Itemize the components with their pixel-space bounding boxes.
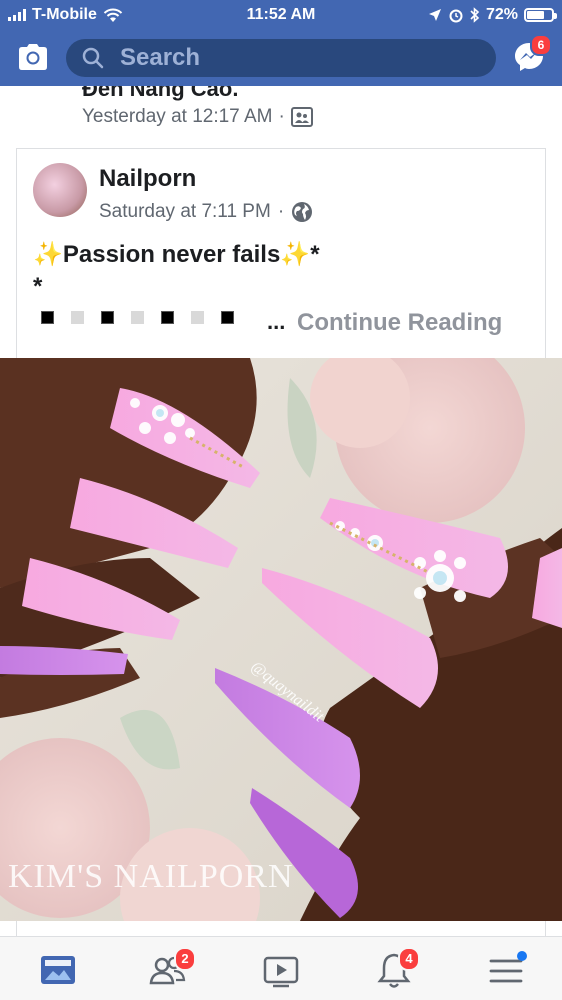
status-bar: T-Mobile 11:52 AM 72% — [0, 0, 562, 30]
decorative-squares — [41, 311, 234, 324]
friends-badge: 2 — [174, 947, 196, 971]
search-icon — [82, 47, 104, 69]
separator-dot: · — [277, 201, 285, 222]
alarm-icon — [449, 9, 463, 23]
battery-icon — [524, 8, 557, 22]
location-icon — [428, 9, 441, 21]
black-square-icon — [161, 311, 174, 324]
post-message: ✨Passion never fails✨* * — [33, 239, 320, 303]
search-bar[interactable] — [66, 39, 496, 77]
white-square-icon — [191, 311, 204, 324]
black-square-icon — [41, 311, 54, 324]
previous-post-time: Yesterday at 12:17 AM · — [82, 106, 313, 128]
news-feed: Đến Nâng Cao. Yesterday at 12:17 AM · Na… — [0, 86, 562, 936]
battery-percent: 72% — [485, 6, 518, 23]
previous-post-title: Đến Nâng Cao. — [82, 86, 239, 101]
nail-photo-illustration — [0, 358, 562, 921]
menu-update-dot — [517, 951, 527, 961]
post-meta: Saturday at 7:11 PM · — [99, 201, 313, 223]
news-feed-tab-icon[interactable] — [38, 951, 78, 991]
camera-icon[interactable] — [16, 42, 50, 72]
bluetooth-icon — [470, 7, 480, 23]
globe-icon — [292, 202, 313, 222]
post-text-line-1: ✨Passion never fails✨* — [33, 241, 320, 268]
post-author[interactable]: Nailporn — [99, 165, 196, 193]
black-square-icon — [221, 311, 234, 324]
top-navigation: 6 — [0, 30, 562, 86]
previous-post-timestamp[interactable]: Yesterday at 12:17 AM — [82, 106, 272, 128]
search-input[interactable] — [118, 43, 462, 73]
black-square-icon — [101, 311, 114, 324]
group-privacy-icon — [290, 107, 313, 127]
notifications-badge: 4 — [398, 947, 420, 971]
author-avatar[interactable] — [33, 163, 87, 217]
white-square-icon — [71, 311, 84, 324]
post-timestamp[interactable]: Saturday at 7:11 PM — [99, 201, 271, 223]
separator-dot: · — [278, 106, 285, 127]
messenger-badge: 6 — [530, 34, 552, 56]
post-text-line-2: * — [33, 273, 43, 300]
status-right: 72% — [428, 6, 557, 24]
continue-reading-link[interactable]: Continue Reading — [297, 309, 502, 337]
text-ellipsis: ... — [267, 309, 286, 334]
post-photo[interactable]: @quaynaildit KIM'S NAILPORN — [0, 358, 562, 921]
photo-watermark: KIM'S NAILPORN — [8, 858, 294, 895]
white-square-icon — [131, 311, 144, 324]
bottom-tab-bar: 2 4 — [0, 936, 562, 1000]
watch-tab-icon[interactable] — [261, 951, 301, 991]
post-card-bottom — [16, 921, 546, 936]
